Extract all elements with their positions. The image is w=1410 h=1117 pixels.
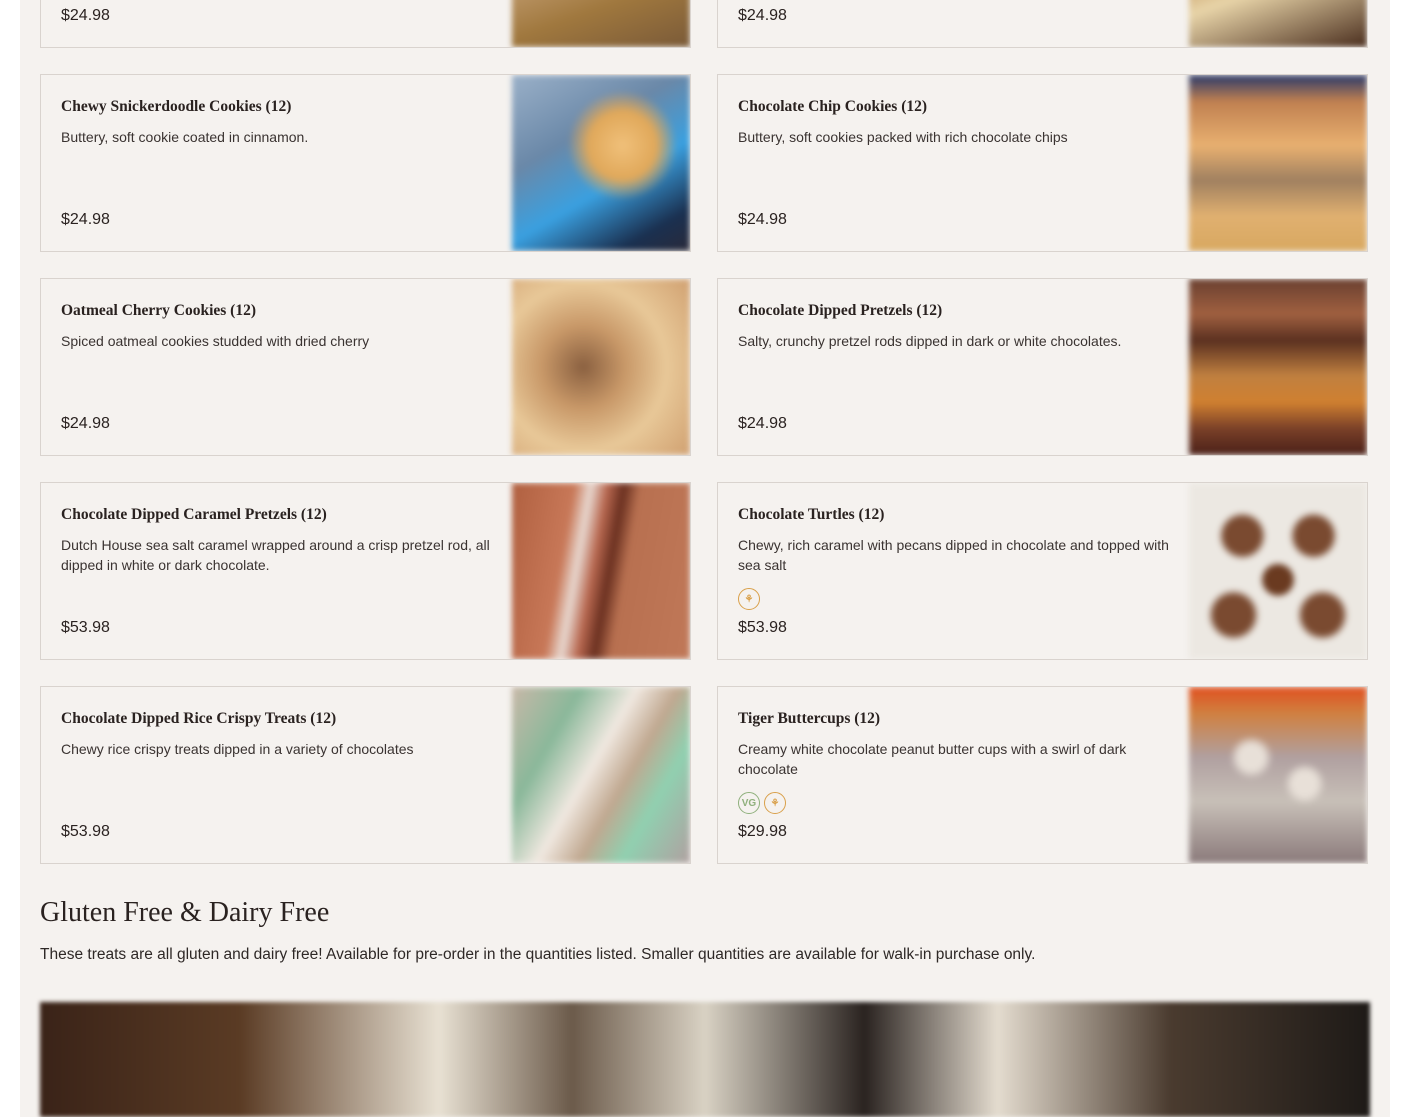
product-card[interactable]: Chocolate Dipped Caramel Pretzels (12) D… [40, 482, 691, 660]
product-name: Chocolate Dipped Pretzels (12) [738, 302, 943, 319]
product-price: $24.98 [738, 211, 787, 228]
gluten-free-icon: ⚘ [738, 588, 760, 610]
product-price: $24.98 [738, 7, 787, 24]
product-card[interactable]: Chewy Snickerdoodle Cookies (12) Buttery… [40, 74, 691, 252]
product-description: Dutch House sea salt caramel wrapped aro… [61, 537, 490, 573]
product-card[interactable]: Chocolate Chip Cookies (12) Buttery, sof… [717, 74, 1368, 252]
product-card[interactable]: Chocolate Dipped Rice Crispy Treats (12)… [40, 686, 691, 864]
product-card[interactable]: $24.98 [717, 0, 1368, 48]
product-description: Chewy, rich caramel with pecans dipped i… [738, 537, 1169, 573]
product-name: Chocolate Chip Cookies (12) [738, 98, 928, 115]
section-intro: These treats are all gluten and dairy fr… [40, 946, 1036, 963]
product-description: Chewy rice crispy treats dipped in a var… [61, 741, 414, 757]
product-name: Chocolate Turtles (12) [738, 506, 885, 523]
product-name: Chocolate Dipped Caramel Pretzels (12) [61, 506, 327, 523]
product-description: Spiced oatmeal cookies studded with drie… [61, 333, 370, 349]
product-name: Oatmeal Cherry Cookies (12) [61, 302, 256, 319]
gluten-free-icon: ⚘ [764, 792, 786, 814]
product-description: Buttery, soft cookies packed with rich c… [738, 129, 1068, 145]
product-photo [1189, 687, 1367, 863]
product-photo [512, 75, 690, 251]
product-photo [512, 0, 690, 47]
product-photo [512, 687, 690, 863]
product-photo [512, 483, 690, 659]
product-card[interactable]: Chocolate Turtles (12) Chewy, rich caram… [717, 482, 1368, 660]
product-price: $53.98 [61, 823, 110, 840]
product-price: $24.98 [61, 415, 110, 432]
dietary-icons: VG ⚘ [738, 792, 786, 814]
product-name: Tiger Buttercups (12) [738, 710, 881, 727]
product-name: Chewy Snickerdoodle Cookies (12) [61, 98, 292, 115]
product-price: $24.98 [61, 211, 110, 228]
product-price: $24.98 [61, 7, 110, 24]
product-price: $29.98 [738, 823, 787, 840]
section-banner-photo [40, 1002, 1370, 1117]
product-card[interactable]: Tiger Buttercups (12) Creamy white choco… [717, 686, 1368, 864]
product-price: $24.98 [738, 415, 787, 432]
section-title: Gluten Free & Dairy Free [40, 897, 330, 928]
menu-page: $24.98 $24.98 Chewy Snickerdoodle Cookie… [20, 0, 1390, 1117]
product-price: $53.98 [738, 619, 787, 636]
product-photo [1189, 75, 1367, 251]
product-description: Buttery, soft cookie coated in cinnamon. [61, 129, 309, 145]
product-card[interactable]: Oatmeal Cherry Cookies (12) Spiced oatme… [40, 278, 691, 456]
product-card[interactable]: $24.98 [40, 0, 691, 48]
product-card[interactable]: Chocolate Dipped Pretzels (12) Salty, cr… [717, 278, 1368, 456]
product-price: $53.98 [61, 619, 110, 636]
product-photo [1189, 483, 1367, 659]
product-name: Chocolate Dipped Rice Crispy Treats (12) [61, 710, 337, 727]
product-photo [512, 279, 690, 455]
product-description: Creamy white chocolate peanut butter cup… [738, 741, 1127, 777]
product-photo [1189, 0, 1367, 47]
product-photo [1189, 279, 1367, 455]
dietary-icons: ⚘ [738, 588, 760, 610]
vegan-icon: VG [738, 792, 760, 814]
product-description: Salty, crunchy pretzel rods dipped in da… [738, 333, 1122, 349]
